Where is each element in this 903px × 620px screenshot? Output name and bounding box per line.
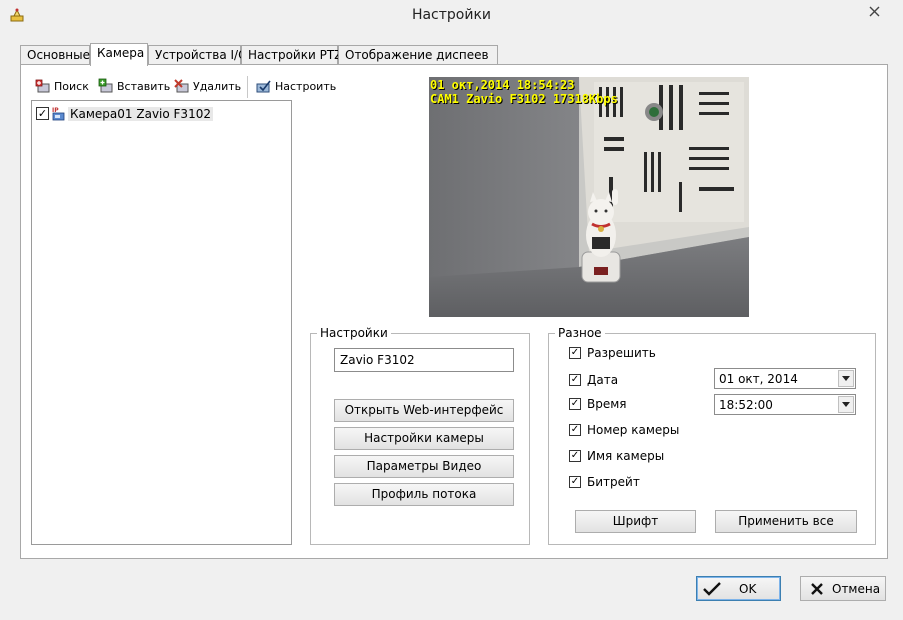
window-title: Настройки [411,7,492,23]
close-button[interactable] [851,0,897,22]
date-label: Дата [587,373,619,387]
date-format-dropdown-arrow[interactable] [838,370,854,387]
preview-image [429,77,749,317]
bitrate-checkbox[interactable]: ✓ [569,476,581,488]
tab-general[interactable]: Основные [20,45,90,65]
delete-button[interactable]: Удалить [174,76,241,96]
chevron-down-icon [842,402,850,407]
stream-profile-button[interactable]: Профиль потока [334,483,514,506]
delete-label: Удалить [193,79,242,93]
ok-button[interactable]: OK [696,576,781,601]
search-camera-icon [35,79,50,93]
apply-all-button[interactable]: Применить все [715,510,857,533]
ip-camera-icon: IP [52,107,65,120]
font-button[interactable]: Шрифт [575,510,696,533]
time-checkbox[interactable]: ✓ [569,398,581,410]
configure-button[interactable]: Настроить [256,76,336,96]
date-checkbox[interactable]: ✓ [569,374,581,386]
close-icon [869,6,879,16]
ok-label: OK [739,581,757,596]
tab-io-devices[interactable]: Устройства I/O [148,45,248,65]
osd-camera-info: CAM1 Zavio F3102 17318Kbps [430,92,618,106]
enable-label: Разрешить [587,346,656,360]
add-camera-icon [98,78,113,93]
misc-group-title: Разное [555,326,605,340]
time-format-value: 18:52:00 [719,398,773,412]
cancel-label: Отмена [832,581,881,596]
camera-tree-item[interactable]: ✓ IP Камера01 Zavio F3102 [36,105,213,122]
tab-ptz-settings[interactable]: Настройки PTZ [241,45,342,65]
date-format-select[interactable]: 01 окт, 2014 [714,368,856,389]
time-checkbox-row[interactable]: ✓ Время [569,396,627,412]
settings-group-title: Настройки [317,326,391,340]
bitrate-label: Битрейт [587,475,640,489]
camera-name-checkbox-row[interactable]: ✓ Имя камеры [569,448,664,464]
checkmark-icon [703,581,721,596]
enable-checkbox-row[interactable]: ✓ Разрешить [569,345,656,361]
cancel-button[interactable]: Отмена [800,576,886,601]
title-bar[interactable]: Настройки [0,0,903,30]
camera-name-checkbox[interactable]: ✓ [569,450,581,462]
time-format-dropdown-arrow[interactable] [838,396,854,413]
open-web-interface-button[interactable]: Открыть Web-интерфейс [334,399,514,422]
camera-settings-button[interactable]: Настройки камеры [334,427,514,450]
delete-camera-icon [174,79,189,93]
tab-camera[interactable]: Камера [90,43,148,66]
camera-name-label: Имя камеры [587,449,665,463]
osd-datetime: 01 окт,2014 18:54:23 [430,78,575,92]
toolbar-separator [247,76,248,98]
configure-label: Настроить [275,79,337,93]
camera-tree[interactable]: ✓ IP Камера01 Zavio F3102 [31,100,292,545]
time-format-select[interactable]: 18:52:00 [714,394,856,415]
video-parameters-button[interactable]: Параметры Видео [334,455,514,478]
video-preview: 01 окт,2014 18:54:23 CAM1 Zavio F3102 17… [429,77,749,317]
camera-name-input[interactable]: Zavio F3102 [334,348,514,372]
configure-camera-icon [256,80,271,93]
camera-number-checkbox-row[interactable]: ✓ Номер камеры [569,422,679,438]
bitrate-checkbox-row[interactable]: ✓ Битрейт [569,474,640,490]
insert-label: Вставить [117,79,171,93]
camera-tree-label: Камера01 Zavio F3102 [68,106,213,121]
search-button[interactable]: Поиск [35,76,89,96]
close-icon [811,582,823,595]
date-checkbox-row[interactable]: ✓ Дата [569,372,618,388]
search-label: Поиск [54,79,89,93]
camera-number-checkbox[interactable]: ✓ [569,424,581,436]
date-format-value: 01 окт, 2014 [719,372,798,386]
settings-window: Настройки Основные Камера Устройства I/O… [0,0,903,620]
enable-checkbox[interactable]: ✓ [569,347,581,359]
tab-display[interactable]: Отображение диспеев [338,45,498,65]
time-label: Время [587,397,627,411]
camera-enabled-checkbox[interactable]: ✓ [36,107,49,120]
insert-button[interactable]: Вставить [98,76,170,96]
chevron-down-icon [842,376,850,381]
camera-number-label: Номер камеры [587,423,680,437]
